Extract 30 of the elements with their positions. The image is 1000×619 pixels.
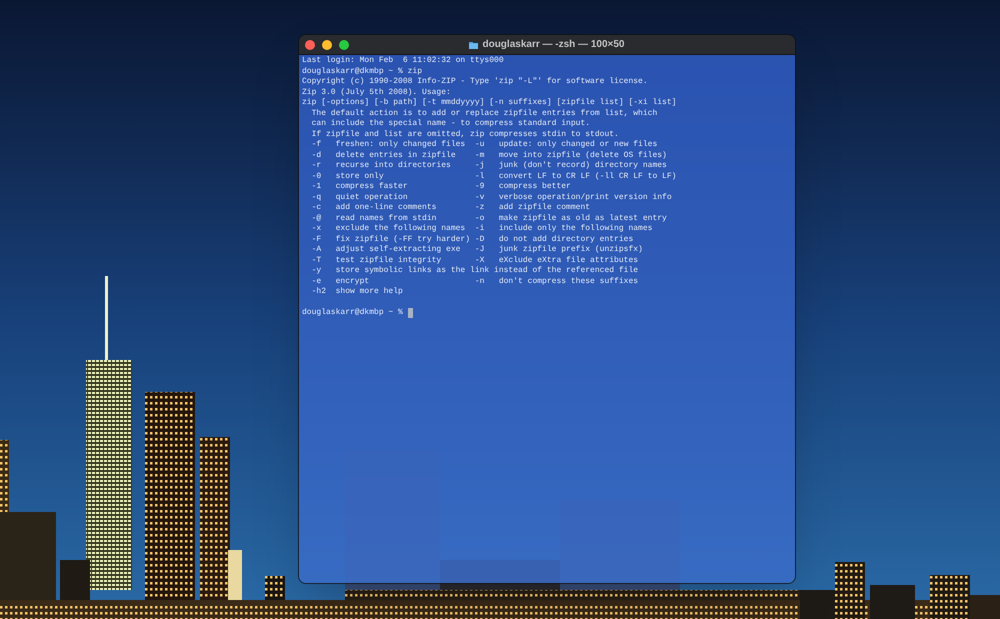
zoom-button[interactable] — [339, 40, 349, 50]
terminal-output-line: Zip 3.0 (July 5th 2008). Usage: — [302, 88, 451, 98]
close-button[interactable] — [305, 40, 315, 50]
window-title: douglaskarr — -zsh — 100×50 — [482, 40, 624, 50]
terminal-output-line: -A adjust self-extracting exe -J junk zipfile prefix (unzipsfx) — [310, 245, 643, 256]
terminal-output-line: -d delete entries in zipfile -m move into zipfile (delete OS files) — [310, 150, 667, 161]
terminal-output-line: Last login: Mon Feb 6 11:02:32 on ttys000 — [302, 56, 504, 66]
terminal-output-line: -r recurse into directories -j junk (don't record) directory names — [310, 161, 667, 172]
terminal-output-line: -q quiet operation -v verbose operation/print version info — [310, 192, 672, 203]
terminal-output-line: -c add one-line comments -z add zipfile comment — [310, 203, 590, 214]
terminal-output-line: -@ read names from stdin -o make zipfile as old as latest entry — [310, 214, 667, 224]
terminal-output-line: -h2 show more help — [310, 287, 403, 298]
terminal-output-line: Copyright (c) 1990-2008 Info-ZIP - Type 'zip "-L"' for software license. — [302, 77, 648, 88]
terminal-output-line: can include the special name - to compress standard input. — [310, 119, 590, 130]
block-cursor-icon — [408, 308, 413, 318]
folder-icon — [469, 40, 478, 48]
terminal-output-line: -f freshen: only changed files -u update: only changed or new files — [310, 140, 658, 150]
terminal-output-line: If zipfile and list are omitted, zip compresses stdin to stdout. — [310, 130, 619, 140]
terminal-output-line: -T test zipfile integrity -X eXclude eXtra file attributes — [310, 256, 638, 266]
terminal-output-line: -x exclude the following names -i include only the following names — [310, 224, 652, 234]
terminal-output-line: -y store symbolic links as the link instead of the referenced file — [310, 266, 638, 276]
terminal-output-line: -F fix zipfile (-FF try harder) -D do not add directory entries — [310, 234, 634, 245]
terminal-output-line: The default action is to add or replace zipfile entries from list, which — [310, 108, 658, 119]
shell-prompt: douglaskarr@dkmbp ~ % — [302, 308, 403, 318]
terminal-output-line: -0 store only -l convert LF to CR LF (-ll CR LF to LF) — [310, 172, 676, 182]
terminal-output-line: -e encrypt -n don't compress these suffixes — [310, 276, 638, 287]
terminal-output-line: douglaskarr@dkmbp ~ % zip — [302, 66, 422, 77]
terminal-output-line: zip [-options] [-b path] [-t mmddyyyy] [-n suffixes] [zipfile list] [-xi list] — [302, 98, 676, 108]
terminal-output-line: -1 compress faster -9 compress better — [310, 182, 571, 192]
minimize-button[interactable] — [322, 40, 332, 50]
